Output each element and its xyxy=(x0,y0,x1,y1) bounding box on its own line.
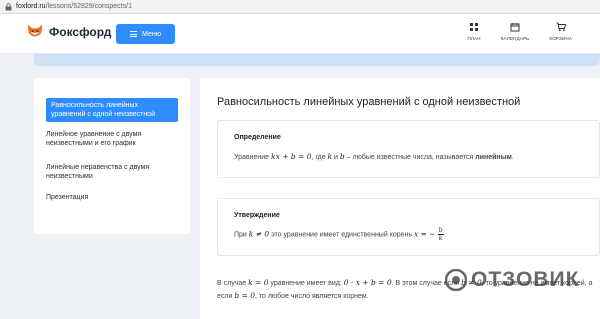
nav-plan-label: ПЛАН xyxy=(467,36,481,41)
sidebar-item-linear-two-unknowns[interactable]: Линейное уравнение с двумя неизвестными … xyxy=(46,130,178,148)
definition-end: . xyxy=(511,154,514,161)
lock-icon xyxy=(4,2,12,11)
statement-description: это уравнение имеет единственный корень xyxy=(271,231,413,239)
cart-icon xyxy=(556,22,566,32)
definition-term: линейным xyxy=(475,154,512,161)
menu-button[interactable]: Меню xyxy=(116,24,175,44)
definition-var-b: b xyxy=(339,152,345,161)
statement-root-lhs: x = − xyxy=(413,229,436,239)
para-s1: В случае xyxy=(217,280,247,287)
para-s2: уравнение имеет вид: xyxy=(270,280,342,287)
para-m2: 0 · x + b = 0 xyxy=(343,278,392,287)
sidebar: Равносильность линейных уравнений с одно… xyxy=(34,78,190,234)
fox-logo-icon xyxy=(27,24,43,37)
root-denominator: k xyxy=(438,234,443,242)
definition-text: Уравнение kx + b = 0, где k и b – любые … xyxy=(234,152,514,161)
nav-cart[interactable]: КОРЗИНА xyxy=(549,22,572,41)
definition-var-k: k xyxy=(327,152,333,161)
definition-where: , где xyxy=(311,154,326,161)
statement-title: Утверждение xyxy=(234,212,280,219)
definition-card: Определение Уравнение kx + b = 0, где k … xyxy=(217,120,600,178)
definition-title: Определение xyxy=(234,134,281,141)
otzovik-watermark: ОТЗОВИК xyxy=(445,268,579,292)
watermark-text: ОТЗОВИК xyxy=(471,268,580,291)
top-navigation: Фоксфорд Меню ПЛАН КАЛЕНДАРЬ КОРЗИНА xyxy=(0,14,600,54)
definition-prefix: Уравнение xyxy=(234,154,270,161)
url-path: /lessons/52829/conspects/1 xyxy=(45,3,132,10)
definition-and: и xyxy=(334,154,338,161)
statement-condition: k ≠ 0 xyxy=(248,229,270,239)
brand-logo[interactable]: Фоксфорд xyxy=(26,23,111,41)
browser-address-bar[interactable]: foxford.ru/lessons/52829/conspects/1 xyxy=(0,0,600,14)
sidebar-item-presentation[interactable]: Презентация xyxy=(46,193,178,202)
plan-icon xyxy=(470,23,479,31)
definition-description: – любые известные числа, называется xyxy=(346,154,474,161)
calendar-icon xyxy=(510,23,520,32)
sidebar-item-inequalities[interactable]: Линейные неравенства с двумя неизвестным… xyxy=(46,163,178,181)
hamburger-icon xyxy=(130,31,138,37)
menu-button-label: Меню xyxy=(142,30,161,38)
para-m4: b = 0 xyxy=(234,291,255,300)
nav-calendar[interactable]: КАЛЕНДАРЬ xyxy=(501,22,530,41)
statement-card: Утверждение При k ≠ 0 это уравнение имее… xyxy=(217,198,600,256)
lesson-banner xyxy=(34,54,600,66)
statement-text: При k ≠ 0 это уравнение имеет единственн… xyxy=(234,227,444,242)
header-nav: ПЛАН КАЛЕНДАРЬ КОРЗИНА xyxy=(467,22,572,41)
nav-calendar-label: КАЛЕНДАРЬ xyxy=(500,36,530,41)
nav-cart-label: КОРЗИНА xyxy=(549,36,572,41)
page-title: Равносильность линейных уравнений с одно… xyxy=(217,96,521,108)
otzovik-logo-icon xyxy=(445,269,467,291)
url-domain: foxford.ru xyxy=(16,3,46,10)
para-s5: , то любое число является корнем. xyxy=(254,293,369,300)
definition-formula: kx + b = 0 xyxy=(271,152,312,161)
nav-plan[interactable]: ПЛАН xyxy=(467,22,480,41)
para-m1: k = 0 xyxy=(248,278,269,287)
statement-prefix: При xyxy=(234,231,247,239)
sidebar-item-equivalence[interactable]: Равносильность линейных уравнений с одно… xyxy=(46,98,178,122)
root-fraction: b k xyxy=(437,227,444,242)
brand-name: Фоксфорд xyxy=(49,25,112,39)
